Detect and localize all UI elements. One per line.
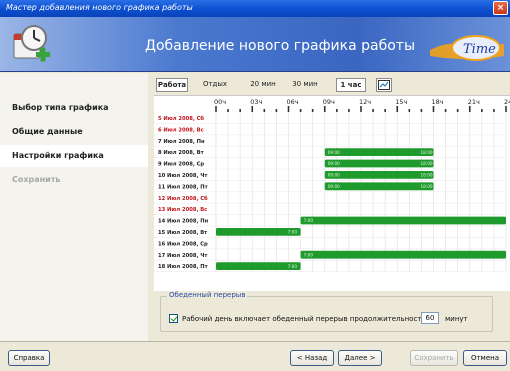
sidebar-item-chart-type[interactable]: Выбор типа графика	[0, 97, 148, 119]
hour-label: 15ч	[395, 98, 407, 106]
hour-label: 06ч	[287, 98, 299, 106]
title-bar[interactable]: Мастер добавления нового графика работы …	[0, 0, 510, 17]
day-label: 6 Июл 2008, Вс	[158, 127, 204, 133]
cancel-button[interactable]: Отмена	[463, 350, 507, 366]
day-label: 15 Июл 2008, Вт	[158, 230, 207, 236]
shift-bar[interactable]	[324, 171, 434, 179]
shift-start-label: 09:00	[328, 173, 340, 178]
lunch-break-group: Обеденный перерыв Рабочий день включает …	[160, 291, 493, 332]
sidebar-item-save: Сохранить	[0, 169, 148, 191]
wizard-header: Добавление нового графика работы Time	[0, 17, 510, 72]
day-label: 11 Июл 2008, Пт	[158, 184, 208, 190]
hour-label: 03ч	[250, 98, 262, 106]
sidebar-item-label: Общие данные	[12, 127, 83, 136]
back-button-label: < Назад	[296, 354, 328, 362]
page-title: Добавление нового графика работы	[145, 38, 415, 54]
next-button[interactable]: Далее >	[338, 350, 382, 366]
day-label: 18 Июл 2008, Пт	[158, 264, 208, 270]
save-button: Сохранить	[410, 350, 458, 366]
sidebar-item-label: Настройки графика	[12, 151, 104, 160]
shift-start-label: 09:00	[328, 150, 340, 155]
schedule-grid[interactable]: 00ч 03ч 06ч 09ч 12ч 15ч 18ч 21ч 24ч 5 Июл 2008, С…	[154, 95, 510, 291]
hour-label: 00ч	[214, 98, 226, 106]
save-button-label: Сохранить	[414, 354, 454, 362]
window-title: Мастер добавления нового графика работы	[6, 3, 193, 12]
close-icon[interactable]: ×	[493, 1, 508, 15]
lunch-break-label: Рабочий день включает обеденный перерыв …	[182, 315, 432, 323]
help-button-label: Справка	[13, 354, 45, 362]
day-label: 5 Июл 2008, Сб	[158, 115, 204, 122]
shift-bar[interactable]	[324, 159, 434, 168]
day-label: 14 Июл 2008, Пн	[158, 219, 209, 225]
shift-bar[interactable]	[300, 216, 506, 225]
tab-20min[interactable]: 20 мин	[248, 78, 278, 92]
sidebar-item-label: Выбор типа графика	[12, 103, 109, 112]
shift-end-label: 18:00	[421, 161, 433, 166]
sidebar-item-schedule-settings[interactable]: Настройки графика	[0, 145, 148, 167]
help-button[interactable]: Справка	[8, 350, 50, 366]
lunch-break-legend: Обеденный перерыв	[167, 291, 248, 299]
tab-rest[interactable]: Отдых	[200, 78, 230, 92]
day-label: 13 Июл 2008, Вс	[158, 207, 207, 213]
sidebar-item-label: Сохранить	[12, 175, 61, 184]
day-label: 8 Июл 2008, Вт	[158, 150, 204, 156]
shift-start-label: 09:00	[328, 184, 340, 189]
shift-end-label: 7:00	[288, 264, 298, 269]
schedule-grid-canvas[interactable]: 00ч 03ч 06ч 09ч 12ч 15ч 18ч 21ч 24ч 5 Июл 2008, С…	[154, 96, 510, 292]
lunch-duration-input[interactable]: 60	[421, 312, 439, 324]
hour-label: 24ч	[504, 98, 510, 106]
tab-30min[interactable]: 30 мин	[290, 78, 320, 92]
shift-end-label: 18:00	[421, 150, 433, 155]
day-label: 12 Июл 2008, Сб	[158, 195, 208, 202]
day-label: 17 Июл 2008, Чт	[158, 253, 207, 259]
shift-start-label: 7:00	[304, 252, 314, 257]
wizard-window: Мастер добавления нового графика работы …	[0, 0, 510, 371]
shift-end-label: 7:00	[288, 230, 298, 235]
hour-label: 18ч	[432, 98, 444, 106]
sidebar-item-general-data[interactable]: Общие данные	[0, 121, 148, 143]
shift-end-label: 18:00	[421, 173, 433, 178]
shift-start-label: 7:00	[304, 218, 314, 223]
shift-bar[interactable]	[324, 182, 434, 191]
shift-start-label: 09:00	[328, 161, 340, 166]
brand-text: Time	[463, 42, 496, 57]
wizard-steps: Выбор типа графика Общие данные Настройк…	[0, 73, 148, 341]
hour-label: 21ч	[468, 98, 480, 106]
day-label: 10 Июл 2008, Чт	[158, 173, 207, 179]
day-label: 9 Июл 2008, Ср	[158, 162, 204, 168]
tab-work[interactable]: Работа	[156, 78, 188, 92]
cancel-button-label: Отмена	[470, 354, 500, 362]
tab-1hour[interactable]: 1 час	[336, 78, 366, 92]
schedule-settings-panel: Работа Отдых 20 мин 30 мин 1 час 00ч 03ч 0…	[148, 73, 510, 341]
shift-end-label: 18:00	[421, 184, 433, 189]
calendar-clock-add-icon	[13, 25, 50, 62]
button-bar: Справка < Назад Далее > Сохранить Отмена	[0, 341, 510, 371]
lunch-duration-unit: минут	[445, 315, 468, 323]
hour-label: 09ч	[323, 98, 335, 106]
day-label: 16 Июл 2008, Ср	[158, 241, 208, 247]
chart-settings-icon[interactable]	[376, 78, 392, 92]
back-button[interactable]: < Назад	[290, 350, 334, 366]
next-button-label: Далее >	[344, 354, 376, 362]
lunch-break-checkbox[interactable]	[169, 314, 178, 323]
shift-bar[interactable]	[300, 250, 506, 259]
hour-label: 12ч	[359, 98, 371, 106]
chronotime-logo: Time	[430, 35, 504, 61]
day-label: 7 Июл 2008, Пн	[158, 139, 205, 145]
shift-bar[interactable]	[324, 148, 434, 156]
